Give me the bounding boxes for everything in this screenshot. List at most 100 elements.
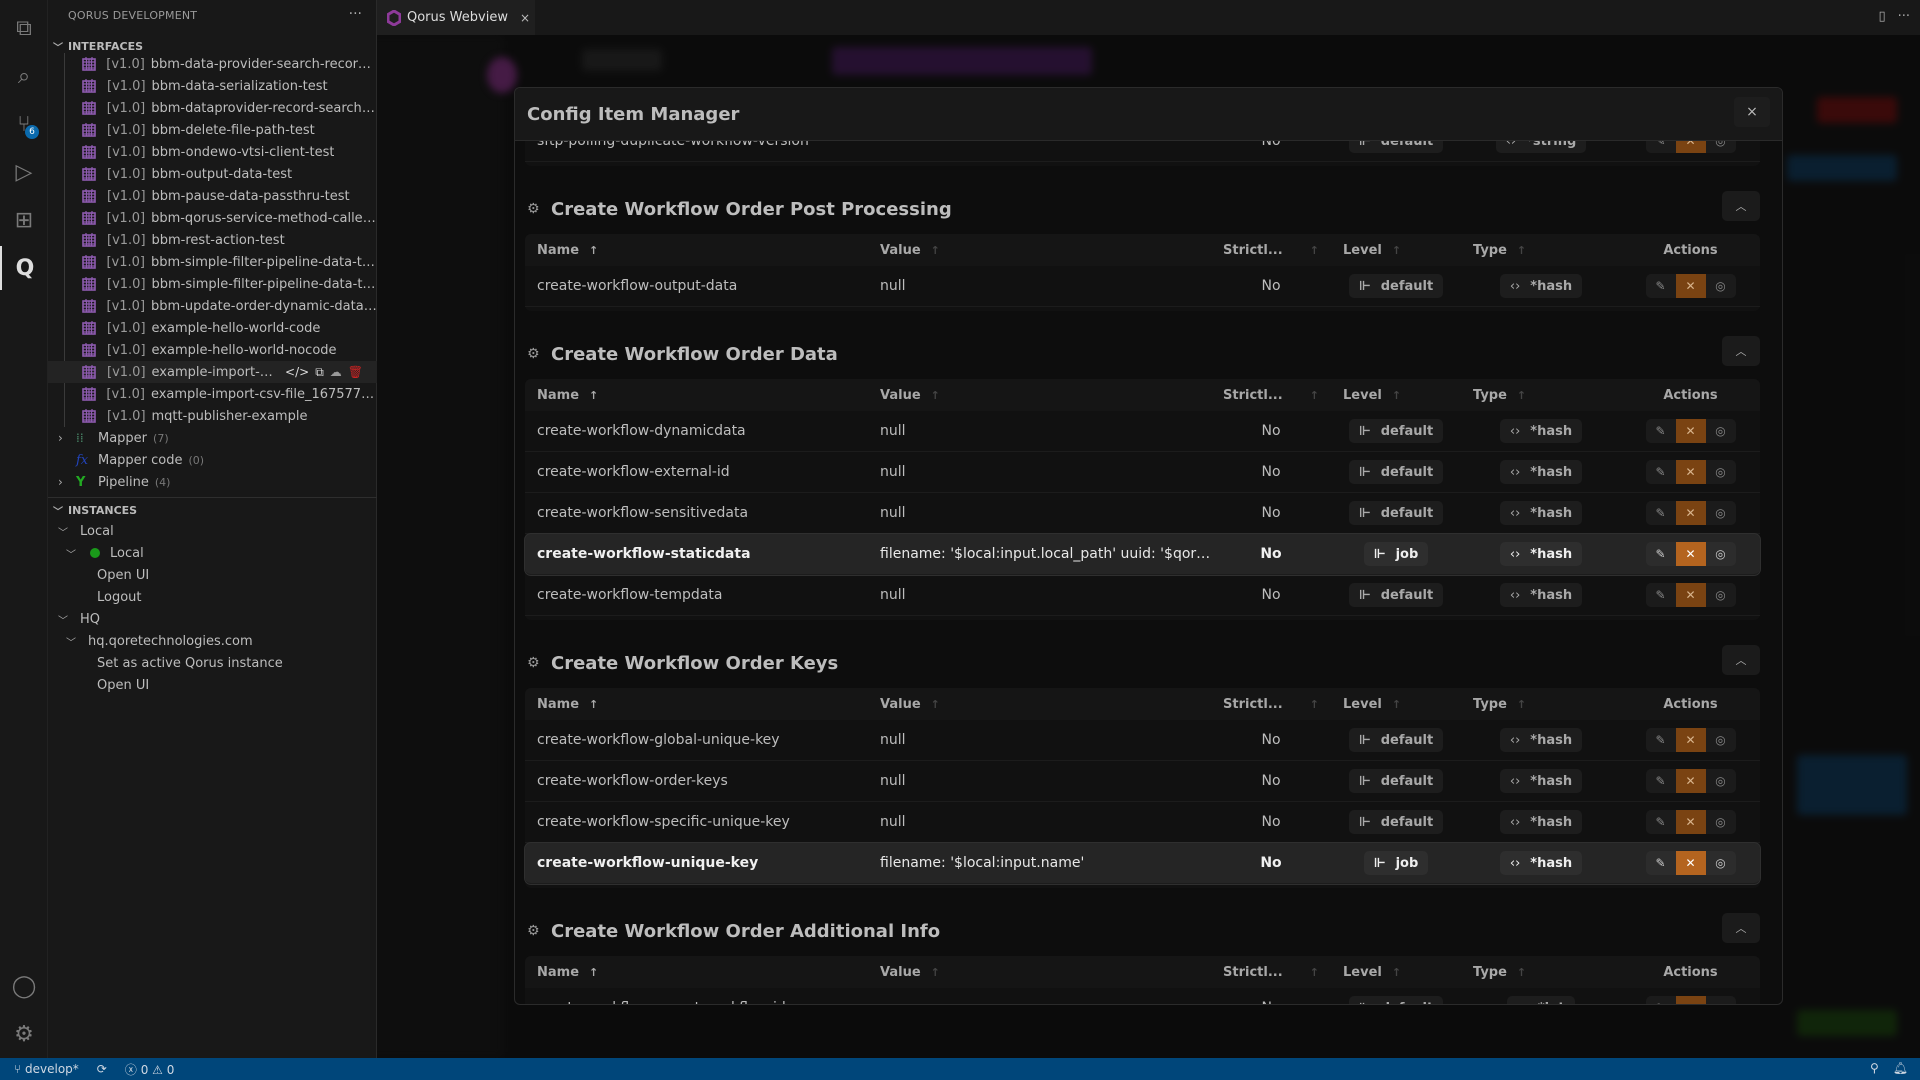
sort-arrow-icon[interactable]: ↑	[931, 244, 940, 257]
settings-button[interactable]: ◎	[1706, 460, 1736, 484]
instance-item[interactable]: ﹀ Local	[48, 520, 377, 542]
column-level-header[interactable]: Level ↑	[1331, 388, 1461, 403]
tree-group-mapper-code[interactable]: fx Mapper code (0)	[48, 449, 377, 471]
tab-qorus-webview[interactable]: Qorus Webview ×	[377, 0, 535, 35]
settings-button[interactable]: ◎	[1706, 851, 1736, 875]
interface-item[interactable]: [v1.0] bbm-dataprovider-record-search-…	[48, 97, 377, 119]
notifications-bell-icon[interactable]: 🔔︎	[1893, 1061, 1908, 1075]
instance-item[interactable]: ﹀ Local	[48, 542, 377, 564]
interface-item[interactable]: [v1.0] bbm-simple-filter-pipeline-data-t…	[48, 273, 377, 295]
sort-arrow-icon[interactable]: ↑	[589, 966, 598, 979]
column-value-header[interactable]: Value ↑	[868, 965, 1211, 980]
interface-item[interactable]: [v1.0] example-import-csv… </> ⧉ ☁ 🗑︎	[48, 361, 377, 383]
remove-button[interactable]: ✕	[1675, 141, 1706, 153]
extensions-button[interactable]: ⊞	[0, 198, 48, 242]
interface-item[interactable]: [v1.0] bbm-output-data-test	[48, 163, 377, 185]
split-editor-icon[interactable]: ▯	[1878, 9, 1885, 24]
tree-group-pipeline[interactable]: › Y Pipeline (4)	[48, 471, 377, 493]
column-name-header[interactable]: Name ↑	[525, 388, 868, 403]
settings-gear-button[interactable]: ⚙	[0, 1012, 48, 1056]
code-icon[interactable]: </>	[285, 365, 309, 379]
settings-button[interactable]: ◎	[1706, 996, 1736, 1004]
branch-indicator[interactable]: ⑂ develop*	[14, 1062, 79, 1076]
config-item-row[interactable]: create-workflow-specific-unique-key null N…	[525, 802, 1760, 843]
source-control-button[interactable]: ⑂ 6	[0, 102, 48, 146]
config-item-row[interactable]: create-workflow-order-keys null No ⊩ default…	[525, 761, 1760, 802]
remove-button[interactable]: ✕	[1675, 851, 1706, 875]
remove-button[interactable]: ✕	[1675, 996, 1706, 1004]
column-name-header[interactable]: Name ↑	[525, 965, 868, 980]
problems-indicator[interactable]: ⓧ 0 ⚠ 0	[125, 1061, 175, 1078]
column-type-header[interactable]: Type ↑	[1461, 388, 1621, 403]
column-strictly-header[interactable]: Strictl... ↑	[1211, 388, 1331, 403]
edit-button[interactable]: ✎	[1646, 769, 1676, 793]
instance-item[interactable]: ﹀ hq.qoretechnologies.com	[48, 630, 377, 652]
config-item-row[interactable]: create-workflow-dynamicdata null No ⊩ defaul…	[525, 411, 1760, 452]
config-item-row[interactable]: create-workflow-output-data null No ⊩ defaul…	[525, 266, 1760, 307]
interface-item[interactable]: [v1.0] bbm-update-order-dynamic-data-…	[48, 295, 377, 317]
sort-arrow-icon[interactable]: ↑	[1392, 966, 1401, 979]
copy-icon[interactable]: ⧉	[315, 365, 324, 380]
sort-arrow-icon[interactable]: ↑	[1392, 244, 1401, 257]
run-debug-button[interactable]: ▷	[0, 150, 48, 194]
settings-button[interactable]: ◎	[1706, 728, 1736, 752]
config-item-row[interactable]: create-workflow-parent-workflow-id No ⊩ def…	[525, 988, 1760, 1004]
remove-button[interactable]: ✕	[1675, 769, 1706, 793]
settings-button[interactable]: ◎	[1706, 419, 1736, 443]
remove-button[interactable]: ✕	[1675, 419, 1706, 443]
column-name-header[interactable]: Name ↑	[525, 697, 868, 712]
interface-item[interactable]: [v1.0] bbm-ondewo-vtsi-client-test	[48, 141, 377, 163]
sort-arrow-icon[interactable]: ↑	[931, 966, 940, 979]
interface-item[interactable]: [v1.0] bbm-pause-data-passthru-test	[48, 185, 377, 207]
column-value-header[interactable]: Value ↑	[868, 388, 1211, 403]
sort-arrow-icon[interactable]: ↑	[1517, 966, 1526, 979]
sort-arrow-icon[interactable]: ↑	[1517, 389, 1526, 402]
sort-arrow-icon[interactable]: ↑	[1310, 966, 1319, 979]
sort-arrow-icon[interactable]: ↑	[931, 698, 940, 711]
interface-item[interactable]: [v1.0] example-hello-world-nocode	[48, 339, 377, 361]
instance-item[interactable]: Open UI	[48, 564, 377, 586]
more-actions-icon[interactable]: ···	[1898, 9, 1910, 24]
interface-item[interactable]: [v1.0] example-hello-world-code	[48, 317, 377, 339]
interface-item[interactable]: [v1.0] bbm-rest-action-test	[48, 229, 377, 251]
config-item-row[interactable]: sftp-polling-duplicate-workflow-version N…	[525, 141, 1760, 162]
collapse-section-button[interactable]: ︿	[1722, 336, 1760, 366]
dialog-body[interactable]: sftp-polling-duplicate-workflow-version N…	[515, 141, 1782, 1004]
edit-button[interactable]: ✎	[1646, 501, 1676, 525]
settings-button[interactable]: ◎	[1706, 501, 1736, 525]
remove-button[interactable]: ✕	[1675, 460, 1706, 484]
collapse-section-button[interactable]: ︿	[1722, 645, 1760, 675]
settings-button[interactable]: ◎	[1706, 769, 1736, 793]
instance-item[interactable]: Set as active Qorus instance	[48, 652, 377, 674]
account-button[interactable]: ◯	[0, 964, 48, 1008]
edit-button[interactable]: ✎	[1646, 141, 1676, 153]
column-type-header[interactable]: Type ↑	[1461, 697, 1621, 712]
column-strictly-header[interactable]: Strictl... ↑	[1211, 965, 1331, 980]
settings-button[interactable]: ◎	[1706, 141, 1736, 153]
sort-arrow-icon[interactable]: ↑	[931, 389, 940, 402]
remove-button[interactable]: ✕	[1675, 274, 1706, 298]
config-item-row[interactable]: create-workflow-global-unique-key null No ⊩…	[525, 720, 1760, 761]
sort-arrow-icon[interactable]: ↑	[1392, 698, 1401, 711]
remove-button[interactable]: ✕	[1675, 542, 1706, 566]
config-item-row[interactable]: create-workflow-external-id null No ⊩ defaul…	[525, 452, 1760, 493]
sort-arrow-icon[interactable]: ↑	[589, 244, 598, 257]
config-item-row[interactable]: create-workflow-unique-key filename: '$lo…	[525, 843, 1760, 884]
explorer-button[interactable]: ⧉	[0, 6, 48, 50]
edit-button[interactable]: ✎	[1646, 728, 1676, 752]
column-value-header[interactable]: Value ↑	[868, 243, 1211, 258]
settings-button[interactable]: ◎	[1706, 810, 1736, 834]
edit-button[interactable]: ✎	[1646, 542, 1676, 566]
sort-arrow-icon[interactable]: ↑	[1517, 244, 1526, 257]
column-level-header[interactable]: Level ↑	[1331, 243, 1461, 258]
edit-button[interactable]: ✎	[1646, 851, 1676, 875]
edit-button[interactable]: ✎	[1646, 460, 1676, 484]
interface-item[interactable]: [v1.0] bbm-data-provider-search-record-…	[48, 53, 377, 75]
interface-item[interactable]: [v1.0] bbm-qorus-service-method-caller…	[48, 207, 377, 229]
edit-button[interactable]: ✎	[1646, 583, 1676, 607]
config-item-row[interactable]: create-workflow-staticdata filename: '$lo…	[525, 534, 1760, 575]
edit-button[interactable]: ✎	[1646, 996, 1676, 1004]
tree-group-mapper[interactable]: › ⁞⁞ Mapper (7)	[48, 427, 377, 449]
instance-item[interactable]: Open UI	[48, 674, 377, 696]
settings-button[interactable]: ◎	[1706, 274, 1736, 298]
